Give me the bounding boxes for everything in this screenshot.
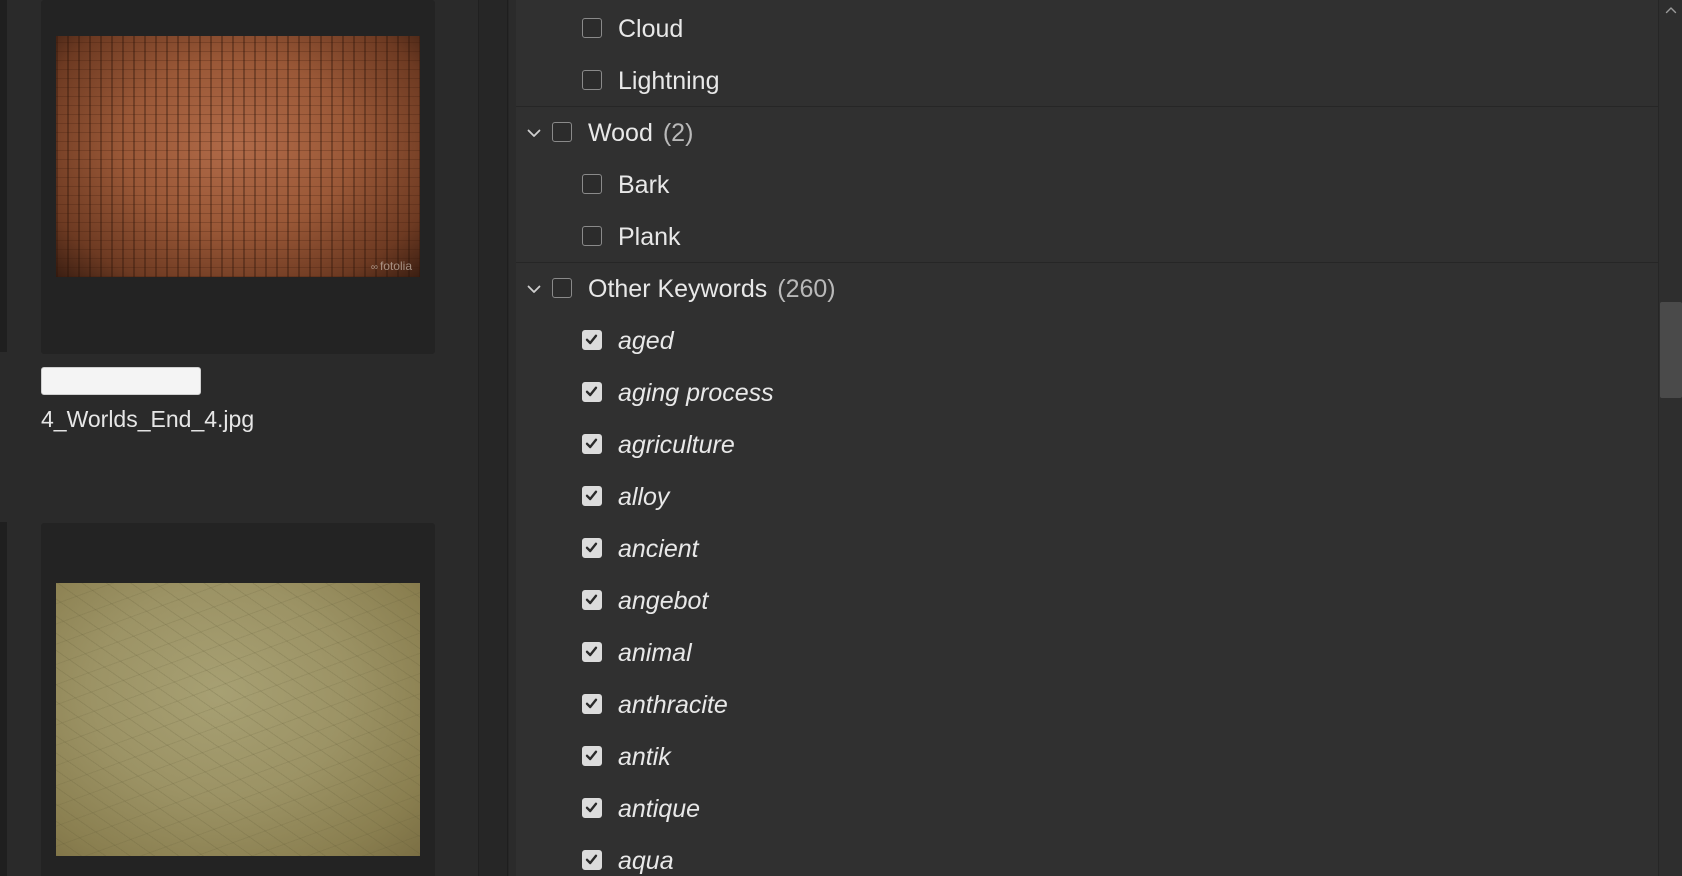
keyword-list-panel: Cloud Lightning Wood (2) Bark Plank Othe…: [516, 0, 1658, 876]
pane-splitter[interactable]: [478, 0, 509, 876]
keyword-item[interactable]: aged: [516, 315, 1658, 367]
rename-field[interactable]: [41, 367, 201, 395]
keyword-item[interactable]: aqua: [516, 835, 1658, 876]
vertical-scrollbar[interactable]: [1658, 0, 1682, 876]
checkmark-icon: [585, 438, 598, 449]
keyword-label: Plank: [618, 223, 681, 251]
chevron-down-icon[interactable]: [523, 122, 545, 144]
keyword-item[interactable]: Cloud: [516, 3, 1658, 55]
keyword-label: anthracite: [618, 691, 728, 719]
keyword-item[interactable]: Plank: [516, 211, 1658, 263]
keyword-checkbox[interactable]: [582, 382, 602, 402]
keyword-checkbox[interactable]: [582, 434, 602, 454]
keyword-label: antik: [618, 743, 671, 771]
file-name-label: 4_Worlds_End_4.jpg: [41, 406, 255, 432]
checkmark-icon: [585, 594, 598, 605]
keyword-item[interactable]: Bark: [516, 159, 1658, 211]
left-edge-strip: [0, 0, 7, 352]
keyword-group-wood[interactable]: Wood (2): [516, 106, 1658, 159]
keyword-checkbox[interactable]: [582, 330, 602, 350]
keyword-checkbox[interactable]: [582, 850, 602, 870]
checkmark-icon: [585, 698, 598, 709]
keyword-item[interactable]: agriculture: [516, 419, 1658, 471]
checkmark-icon: [585, 854, 598, 865]
keyword-item[interactable]: anthracite: [516, 679, 1658, 731]
keyword-item[interactable]: angebot: [516, 575, 1658, 627]
checkmark-icon: [585, 386, 598, 397]
app-window: ∞ fotolia 4_Worlds_End_4.jpg Cloud Lightn…: [0, 0, 1682, 876]
keyword-label: animal: [618, 639, 692, 667]
keyword-checkbox[interactable]: [582, 538, 602, 558]
keyword-item[interactable]: aging process: [516, 367, 1658, 419]
keyword-item[interactable]: alloy: [516, 471, 1658, 523]
keyword-checkbox[interactable]: [582, 642, 602, 662]
keyword-group-other-keywords[interactable]: Other Keywords (260): [516, 262, 1658, 315]
keyword-item[interactable]: Lightning: [516, 55, 1658, 107]
bark-texture-thumbnail[interactable]: ∞ fotolia: [56, 36, 420, 277]
keyword-label: antique: [618, 795, 701, 823]
keyword-label: Lightning: [618, 67, 720, 95]
chevron-down-icon[interactable]: [523, 278, 545, 300]
divider: [507, 0, 508, 876]
thumbnail-card[interactable]: [41, 523, 435, 876]
fotolia-logo-icon: ∞: [370, 262, 378, 273]
checkmark-icon: [585, 750, 598, 761]
keyword-item[interactable]: antique: [516, 783, 1658, 835]
watermark-text: fotolia: [379, 259, 412, 273]
keyword-label: aqua: [618, 847, 674, 875]
checkmark-icon: [585, 646, 598, 657]
keyword-label: Bark: [618, 171, 670, 199]
keyword-checkbox[interactable]: [582, 18, 602, 38]
checkmark-icon: [585, 334, 598, 345]
checkmark-icon: [585, 490, 598, 501]
fotolia-watermark: ∞ fotolia: [371, 259, 412, 273]
checkmark-icon: [585, 802, 598, 813]
keyword-item[interactable]: animal: [516, 627, 1658, 679]
keyword-label: agriculture: [618, 431, 735, 459]
keyword-checkbox[interactable]: [582, 486, 602, 506]
leather-texture-thumbnail[interactable]: [56, 583, 420, 856]
keyword-label: aged: [618, 327, 674, 355]
keyword-checkbox[interactable]: [582, 798, 602, 818]
chevron-up-icon[interactable]: [1661, 2, 1681, 18]
checkmark-icon: [585, 542, 598, 553]
keyword-checkbox[interactable]: [582, 590, 602, 610]
keyword-checkbox[interactable]: [582, 746, 602, 766]
keyword-group-label: Other Keywords (260): [588, 275, 836, 303]
keyword-checkbox[interactable]: [582, 70, 602, 90]
keyword-item[interactable]: antik: [516, 731, 1658, 783]
left-edge-strip: [0, 522, 7, 876]
keyword-group-label: Wood (2): [588, 119, 693, 147]
thumbnail-card[interactable]: ∞ fotolia: [41, 0, 435, 354]
keyword-checkbox[interactable]: [582, 174, 602, 194]
keyword-item[interactable]: ancient: [516, 523, 1658, 575]
keyword-checkbox[interactable]: [582, 694, 602, 714]
group-name: Wood: [588, 119, 653, 147]
keyword-count: (260): [777, 275, 836, 303]
keyword-group-checkbox[interactable]: [552, 122, 572, 142]
content-pane: ∞ fotolia 4_Worlds_End_4.jpg: [0, 0, 478, 876]
keyword-label: alloy: [618, 483, 670, 511]
group-name: Other Keywords: [588, 275, 768, 303]
keyword-group-checkbox[interactable]: [552, 278, 572, 298]
keyword-label: aging process: [618, 379, 774, 407]
keyword-checkbox[interactable]: [582, 226, 602, 246]
keyword-count: (2): [662, 119, 694, 147]
keyword-label: ancient: [618, 535, 699, 563]
scrollbar-thumb[interactable]: [1660, 302, 1682, 398]
keyword-label: Cloud: [618, 15, 684, 43]
keyword-label: angebot: [618, 587, 709, 615]
